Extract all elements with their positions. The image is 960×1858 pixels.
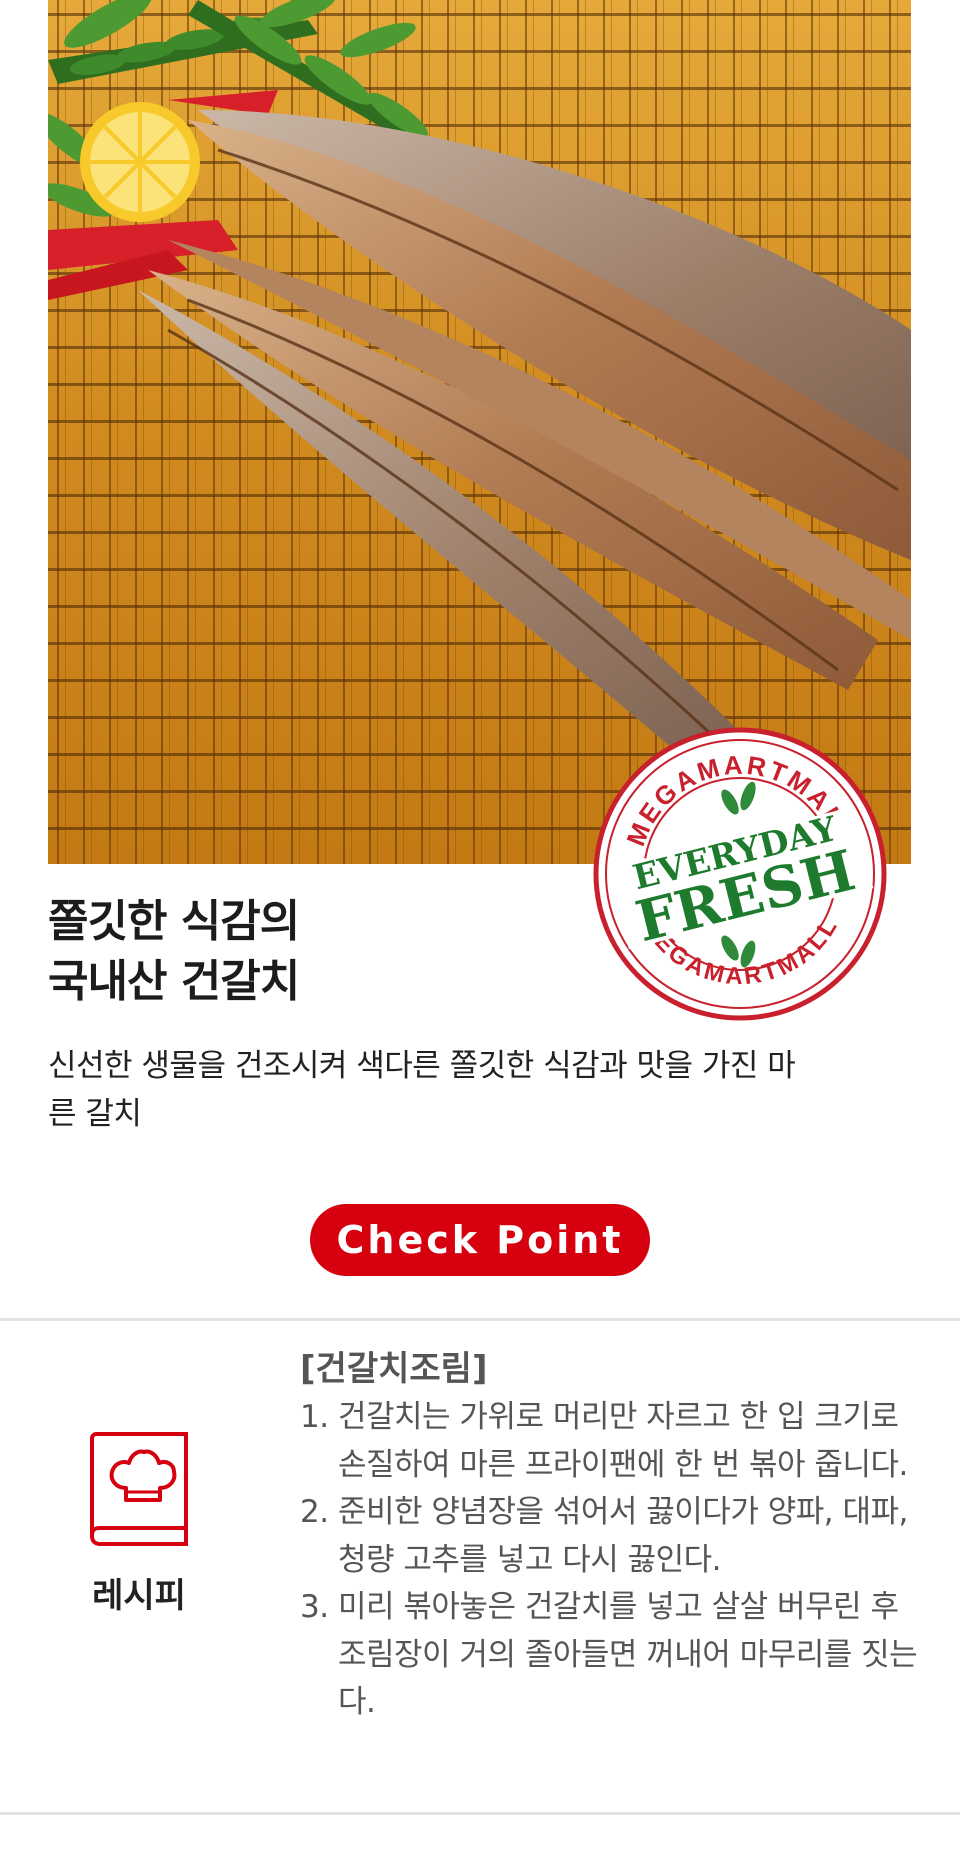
step-number: 3. xyxy=(300,1589,329,1625)
recipe-step: 2. 준비한 양념장을 섞어서 끓이다가 양파, 대파, 청량 고추를 넣고 다… xyxy=(300,1489,930,1584)
section-divider-top xyxy=(0,1318,960,1321)
lemon-icon xyxy=(80,102,200,222)
step-text: 미리 볶아놓은 건갈치를 넣고 살살 버무린 후 조림장이 거의 졸아들면 꺼내… xyxy=(338,1589,918,1720)
step-text: 건갈치는 가위로 머리만 자르고 한 입 크기로 손질하여 마른 프라이팬에 한… xyxy=(338,1399,908,1483)
recipe-step: 3. 미리 볶아놓은 건갈치를 넣고 살살 버무린 후 조림장이 거의 졸아들면… xyxy=(300,1584,930,1727)
headline-line-2: 국내산 건갈치 xyxy=(48,956,300,1007)
product-description: 신선한 생물을 건조시켜 색다른 쫄깃한 식감과 맛을 가진 마른 갈치 xyxy=(48,1048,796,1132)
recipe-title: [건갈치조림] xyxy=(300,1349,488,1389)
recipe-step: 1. 건갈치는 가위로 머리만 자르고 한 입 크기로 손질하여 마른 프라이팬… xyxy=(300,1394,930,1489)
recipe-label: 레시피 xyxy=(92,1576,186,1616)
step-number: 2. xyxy=(300,1494,329,1530)
headline-line-1: 쫄깃한 식감의 xyxy=(48,896,300,947)
step-number: 1. xyxy=(300,1399,329,1435)
chef-hat-book-icon xyxy=(90,1432,188,1546)
recipe-steps: 1. 건갈치는 가위로 머리만 자르고 한 입 크기로 손질하여 마른 프라이팬… xyxy=(300,1394,930,1727)
everyday-fresh-stamp: MEGAMARTMALL MEGAMARTMALL EVERYDAY FRESH xyxy=(593,727,887,1021)
product-headline: 쫄깃한 식감의 국내산 건갈치 xyxy=(48,892,300,1012)
section-divider-bottom xyxy=(0,1812,960,1815)
step-text: 준비한 양념장을 섞어서 끓이다가 양파, 대파, 청량 고추를 넣고 다시 끓… xyxy=(338,1494,908,1578)
recipe-content: [건갈치조림] 1. 건갈치는 가위로 머리만 자르고 한 입 크기로 손질하여… xyxy=(300,1344,930,1727)
check-point-badge: Check Point xyxy=(310,1204,650,1276)
